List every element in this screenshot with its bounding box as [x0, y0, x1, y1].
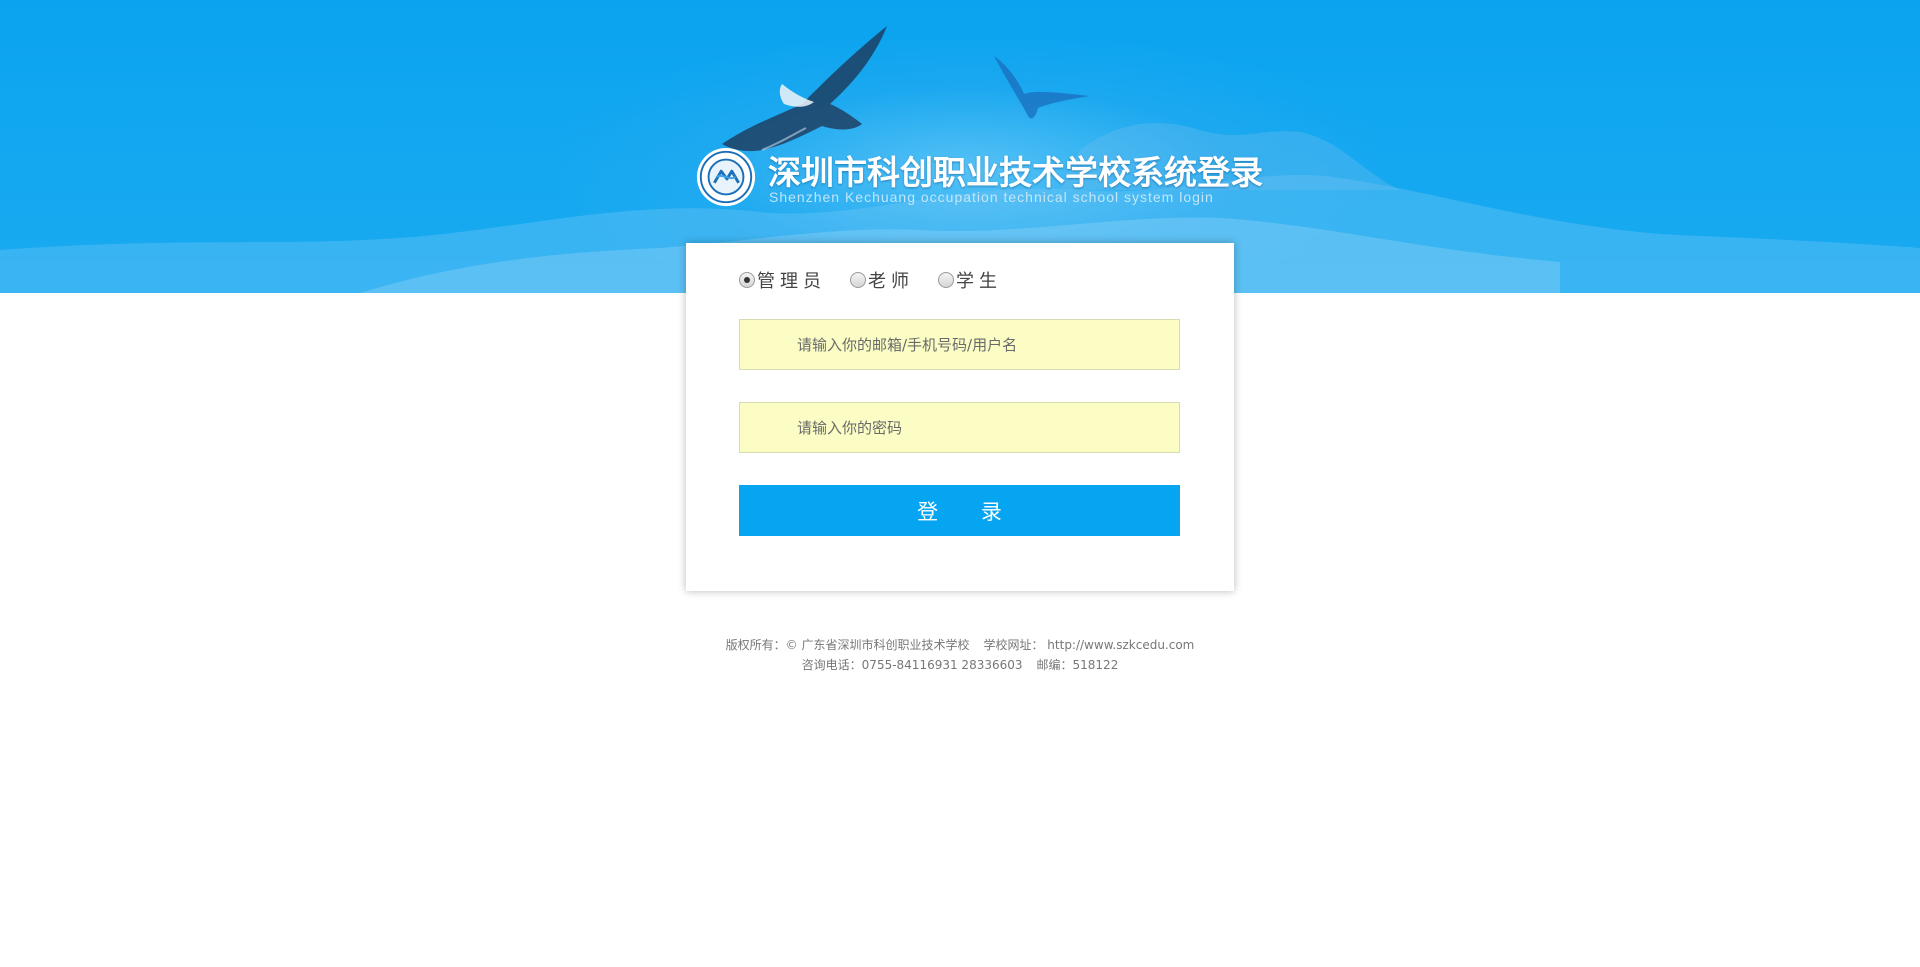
login-card: 管理员 老师 学生 登 录	[686, 243, 1234, 591]
password-field-box	[739, 402, 1180, 453]
footer-line-2: 咨询电话：0755-84116931 28336603 邮编：518122	[0, 655, 1920, 675]
page-footer: 版权所有：© 广东省深圳市科创职业技术学校 学校网址： http://www.sz…	[0, 635, 1920, 675]
page-title: 深圳市科创职业技术学校系统登录	[768, 153, 1263, 192]
username-input[interactable]	[740, 320, 1179, 369]
school-seal-logo-icon	[696, 147, 756, 207]
postcode-text: 邮编：518122	[1036, 658, 1119, 672]
role-label-student: 学生	[956, 271, 1002, 292]
login-button[interactable]: 登 录	[739, 485, 1180, 536]
page-subtitle: Shenzhen Kechuang occupation technical s…	[769, 189, 1214, 205]
role-selector: 管理员 老师 学生	[739, 268, 1026, 292]
role-option-admin[interactable]: 管理员	[739, 267, 826, 293]
eagle-illustration	[722, 26, 887, 152]
teacher-radio[interactable]	[850, 272, 866, 288]
role-option-student[interactable]: 学生	[938, 267, 1002, 293]
role-label-teacher: 老师	[868, 271, 914, 292]
copyright-text: 版权所有：© 广东省深圳市科创职业技术学校	[725, 638, 970, 652]
student-radio[interactable]	[938, 272, 954, 288]
role-option-teacher[interactable]: 老师	[850, 267, 914, 293]
admin-radio[interactable]	[739, 272, 755, 288]
small-eagle-illustration	[994, 56, 1090, 119]
password-input[interactable]	[740, 403, 1179, 452]
website-link[interactable]: http://www.szkcedu.com	[1047, 638, 1194, 652]
website-label: 学校网址：	[983, 638, 1044, 652]
username-field-box	[739, 319, 1180, 370]
role-label-admin: 管理员	[757, 271, 826, 292]
site-title-block: 深圳市科创职业技术学校系统登录 Shenzhen Kechuang occupa…	[694, 146, 1263, 210]
footer-line-1: 版权所有：© 广东省深圳市科创职业技术学校 学校网址： http://www.sz…	[0, 635, 1920, 655]
phone-text: 咨询电话：0755-84116931 28336603	[801, 658, 1023, 672]
